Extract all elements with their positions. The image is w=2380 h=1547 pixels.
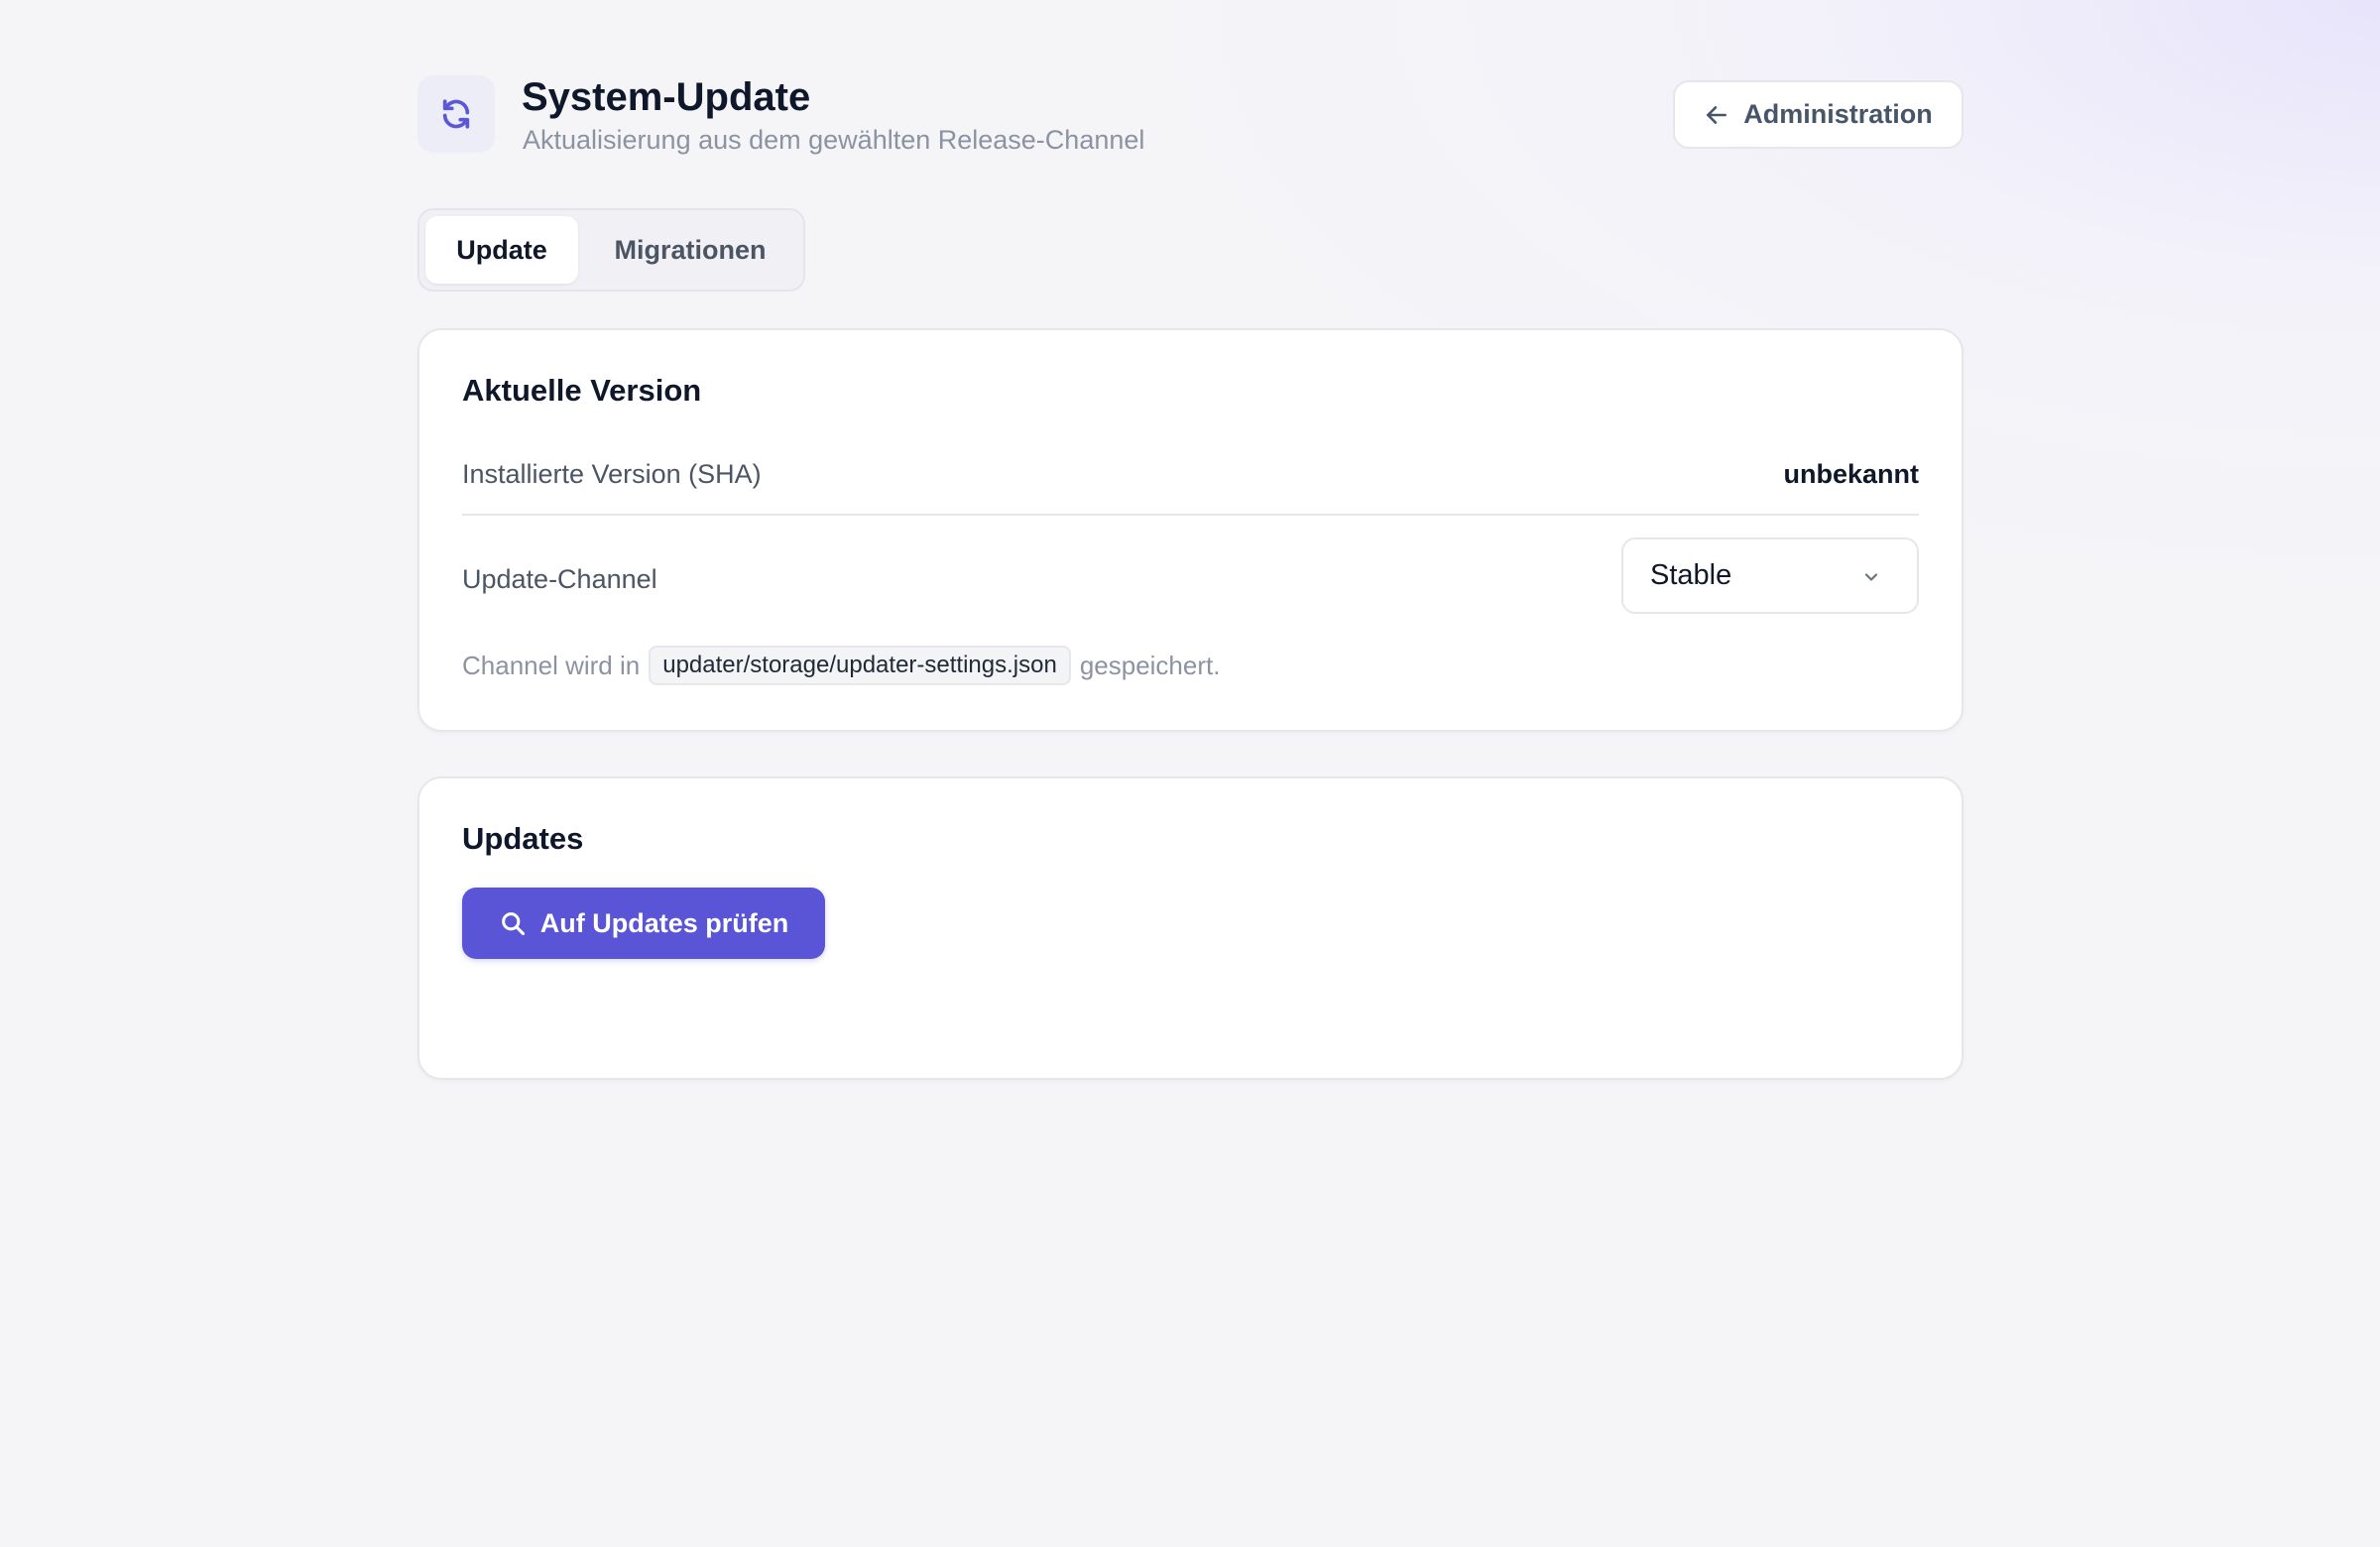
tab-update[interactable]: Update <box>425 216 578 284</box>
channel-storage-hint: Channel wird in updater/storage/updater-… <box>462 646 1220 685</box>
row-divider <box>462 514 1919 516</box>
refresh-icon <box>442 99 470 129</box>
check-updates-label: Auf Updates prüfen <box>539 907 789 938</box>
settings-file-path: updater/storage/updater-settings.json <box>649 646 1071 685</box>
arrow-left-icon <box>1707 105 1727 124</box>
updates-title: Updates <box>462 821 584 856</box>
hint-prefix: Channel wird in <box>462 650 641 680</box>
check-updates-button[interactable]: Auf Updates prüfen <box>462 888 825 959</box>
page-title: System-Update <box>522 75 811 119</box>
current-version-title: Aktuelle Version <box>462 373 702 408</box>
update-channel-select[interactable]: Stable <box>1621 537 1919 614</box>
page-header: System-Update Aktualisierung aus dem gew… <box>417 73 1964 157</box>
administration-back-button[interactable]: Administration <box>1673 80 1964 149</box>
current-version-card: Aktuelle Version Installierte Version (S… <box>417 328 1964 732</box>
tab-migrationen[interactable]: Migrationen <box>582 216 798 284</box>
update-channel-selected-value: Stable <box>1650 559 1732 591</box>
administration-back-label: Administration <box>1743 99 1933 129</box>
installed-version-label: Installierte Version (SHA) <box>462 459 762 489</box>
tab-bar: Update Migrationen <box>417 208 805 292</box>
page-subtitle: Aktualisierung aus dem gewählten Release… <box>523 125 1145 155</box>
page: System-Update Aktualisierung aus dem gew… <box>417 73 1964 1080</box>
hint-suffix: gespeichert. <box>1079 650 1221 680</box>
updates-card: Updates Auf Updates prüfen <box>417 776 1964 1080</box>
installed-version-value: unbekannt <box>1783 459 1919 489</box>
search-icon <box>501 912 525 936</box>
chevron-down-icon <box>1864 573 1878 581</box>
header-icon-container <box>417 75 495 153</box>
update-channel-label: Update-Channel <box>462 564 657 594</box>
